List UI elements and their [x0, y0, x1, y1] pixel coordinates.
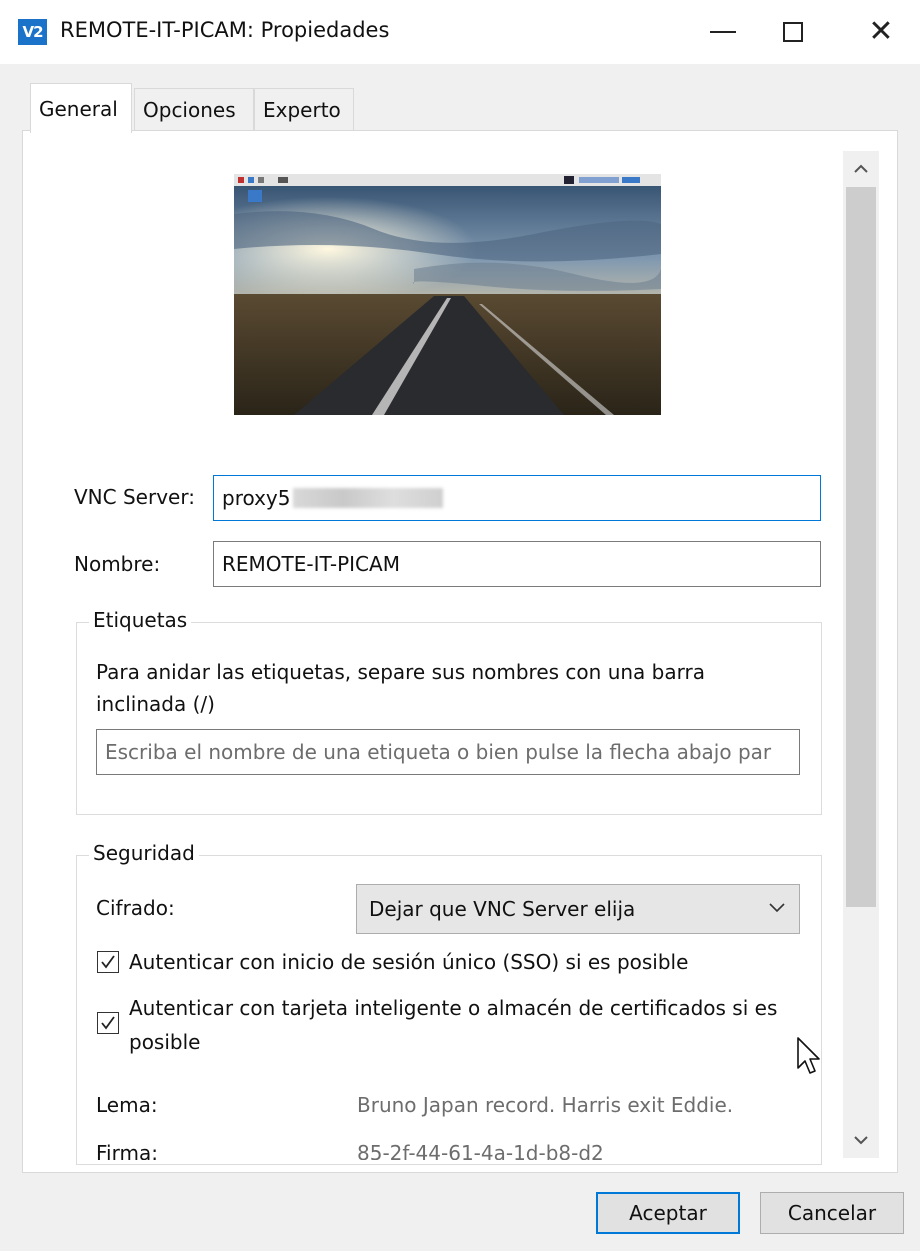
- motto-value: Bruno Japan record. Harris exit Eddie.: [357, 1093, 734, 1117]
- motto-label: Lema:: [96, 1093, 158, 1117]
- vnc-server-label: VNC Server:: [74, 485, 195, 509]
- checkmark-icon: [101, 955, 115, 969]
- chevron-up-icon[interactable]: [843, 151, 879, 187]
- mouse-pointer-icon: [796, 1036, 822, 1080]
- chevron-down-icon[interactable]: [843, 1122, 879, 1158]
- cancel-button[interactable]: Cancelar: [760, 1192, 904, 1234]
- maximize-button[interactable]: [770, 12, 816, 52]
- minimize-icon: [710, 31, 736, 33]
- checkmark-icon: [101, 1016, 115, 1030]
- window-title: REMOTE-IT-PICAM: Propiedades: [60, 18, 390, 42]
- tab-expert[interactable]: Experto: [254, 88, 354, 131]
- name-value: REMOTE-IT-PICAM: [222, 552, 400, 576]
- smartcard-checkbox[interactable]: [97, 1012, 119, 1034]
- tags-legend: Etiquetas: [89, 608, 192, 632]
- security-legend: Seguridad: [89, 841, 199, 865]
- close-button[interactable]: ✕: [858, 12, 904, 52]
- signature-label: Firma:: [96, 1141, 158, 1160]
- signature-value: 85-2f-44-61-4a-1d-b8-d2: [357, 1141, 604, 1160]
- desktop-preview-thumbnail: [234, 174, 661, 415]
- minimize-button[interactable]: [700, 12, 746, 52]
- vnc-viewer-icon: V2: [18, 19, 47, 45]
- name-input[interactable]: REMOTE-IT-PICAM: [213, 541, 821, 587]
- vertical-scrollbar[interactable]: [843, 151, 879, 1158]
- sso-label[interactable]: Autenticar con inicio de sesión único (S…: [129, 945, 809, 979]
- chevron-down-icon: [769, 897, 785, 918]
- name-label: Nombre:: [74, 552, 161, 576]
- vnc-server-value: proxy5: [222, 486, 291, 510]
- encryption-label: Cifrado:: [96, 896, 175, 920]
- redacted-blur: [292, 488, 443, 508]
- title-bar: V2 REMOTE-IT-PICAM: Propiedades ✕: [0, 0, 920, 64]
- tab-options[interactable]: Opciones: [134, 88, 254, 131]
- accept-button[interactable]: Aceptar: [596, 1192, 740, 1234]
- sso-checkbox[interactable]: [97, 951, 119, 973]
- tags-description: Para anidar las etiquetas, separe sus no…: [96, 660, 705, 716]
- tag-input-placeholder: Escriba el nombre de una etiqueta o bien…: [105, 740, 772, 764]
- scrollbar-thumb[interactable]: [846, 187, 876, 907]
- tab-general[interactable]: General: [30, 83, 132, 133]
- close-icon: ✕: [868, 14, 894, 49]
- encryption-select[interactable]: Dejar que VNC Server elija: [356, 884, 800, 934]
- encryption-value: Dejar que VNC Server elija: [369, 897, 636, 921]
- smartcard-label[interactable]: Autenticar con tarjeta inteligente o alm…: [129, 991, 809, 1059]
- tag-input[interactable]: Escriba el nombre de una etiqueta o bien…: [96, 729, 800, 775]
- vnc-server-input[interactable]: proxy5: [213, 475, 821, 521]
- maximize-icon: [783, 22, 803, 42]
